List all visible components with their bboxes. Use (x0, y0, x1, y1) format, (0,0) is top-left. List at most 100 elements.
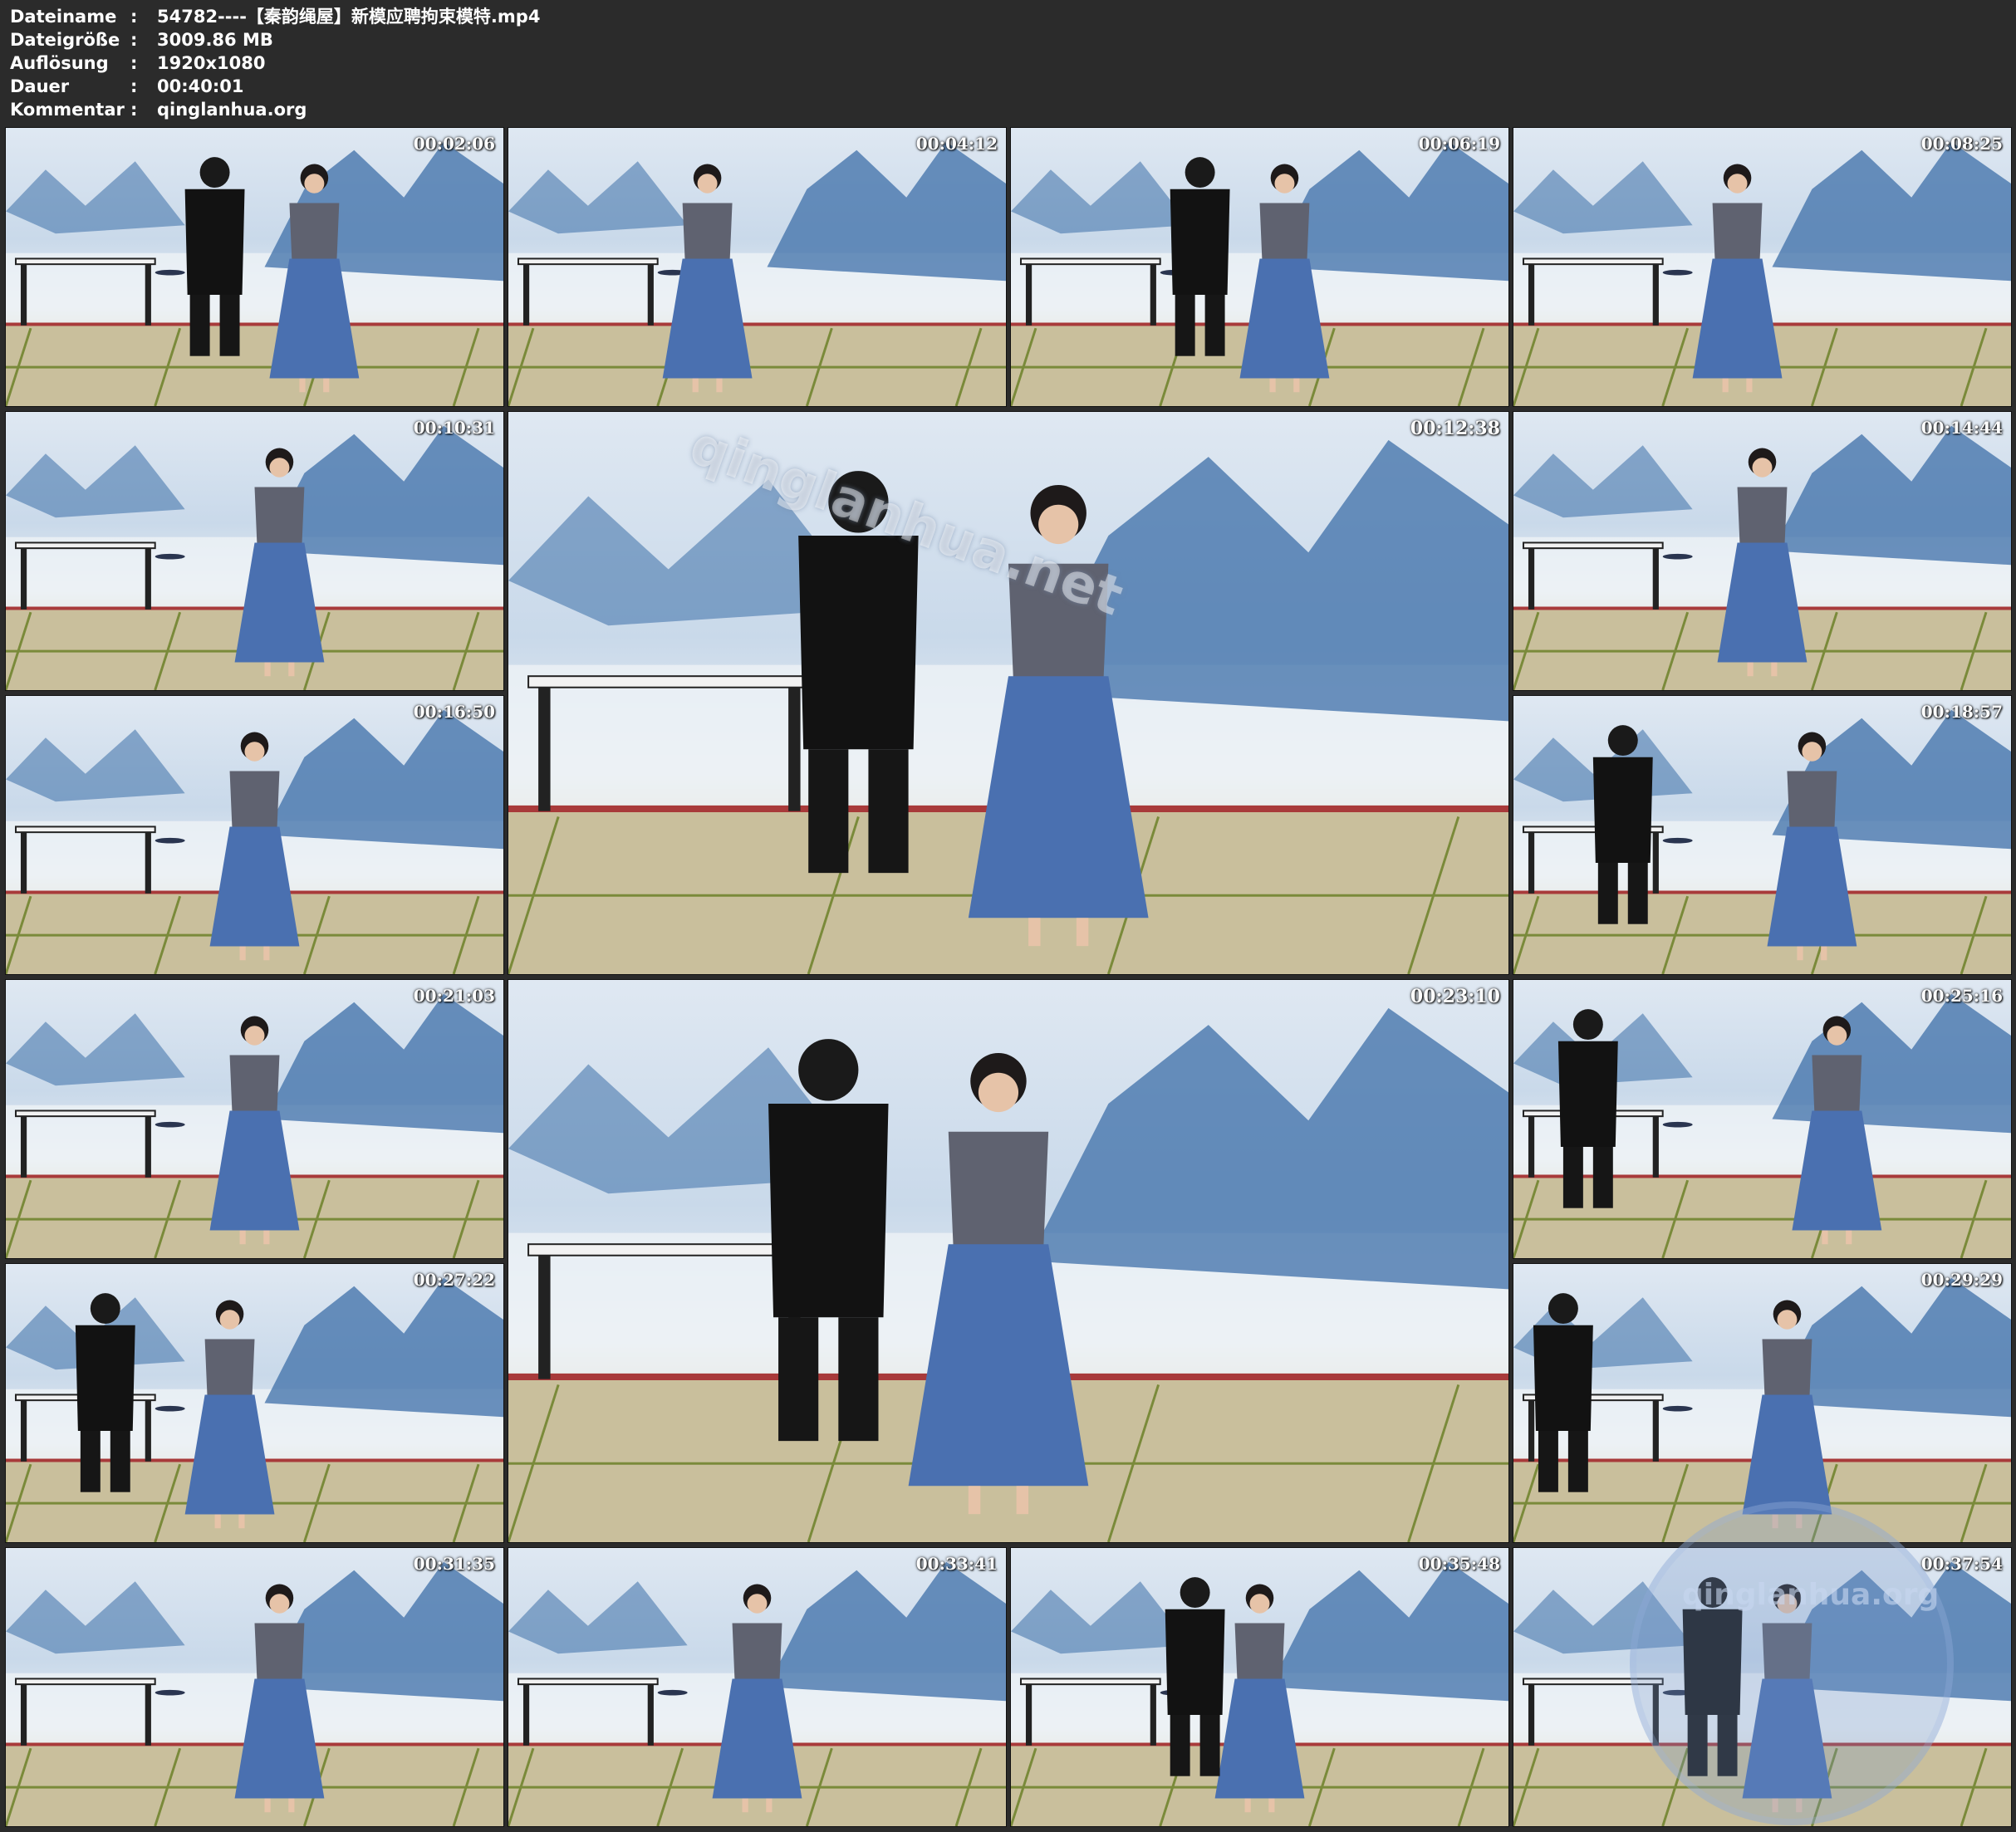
thumbnail-scene (6, 993, 503, 1258)
table-leg (1528, 1116, 1535, 1178)
mountain-right (1772, 141, 2011, 282)
boat (155, 837, 185, 844)
thumbnail-timestamp: 00:12:38 (1410, 418, 1500, 439)
watermark-seal-text: qinglanhua.org (1682, 1578, 1940, 1612)
boat (155, 1121, 185, 1128)
thumbnail-timestamp: 00:25:16 (1920, 986, 2003, 1006)
table-leg (20, 1400, 27, 1462)
thumbnail-scene (6, 425, 503, 690)
thumbnail-timestamp: 00:33:41 (915, 1554, 998, 1574)
thumbnail-frame[interactable]: 00:18:57 (1513, 695, 2012, 975)
table-leg (20, 548, 27, 610)
info-key: Auflösung (10, 53, 109, 73)
table-leg (145, 264, 151, 326)
thumbnail-timestamp: 00:02:06 (413, 134, 495, 154)
boat (155, 1405, 185, 1412)
table-leg (1652, 1400, 1659, 1462)
thumbnail-scene (6, 709, 503, 974)
thumbnail-frame[interactable]: 00:21:03 (5, 979, 504, 1259)
thumbnail-timestamp: 00:35:48 (1418, 1554, 1500, 1574)
thumbnail-timestamp: 00:14:44 (1920, 418, 2003, 438)
info-row-filename: Dateiname : 54782----【秦韵绳屋】新模应聘拘束模特.mp4 (10, 5, 540, 28)
table-leg (145, 1684, 151, 1746)
thumbnail-timestamp: 00:16:50 (413, 702, 495, 722)
thumbnail-frame[interactable]: 00:06:19 (1010, 127, 1509, 407)
boat (1662, 837, 1693, 844)
watermark-seal (1630, 1501, 1954, 1825)
thumbnail-timestamp: 00:04:12 (915, 134, 998, 154)
info-key: Dauer (10, 76, 70, 96)
table-leg (20, 1116, 27, 1178)
table (1019, 257, 1161, 266)
thumbnail-frame[interactable]: 00:12:38 qinglanhua.net (508, 411, 1509, 975)
table-leg (1025, 1684, 1033, 1746)
mountain-right (767, 141, 1006, 282)
mountain-left (508, 161, 688, 234)
table (1522, 257, 1664, 266)
thumbnail-frame[interactable]: 00:10:31 (5, 411, 504, 691)
baseboard (508, 322, 1006, 326)
info-separator: : (130, 76, 138, 96)
table (14, 1109, 156, 1118)
thumbnail-frame[interactable]: 00:08:25 (1513, 127, 2012, 407)
boat (1662, 553, 1693, 560)
mountain-left (1011, 161, 1190, 234)
baseboard (1513, 890, 2011, 894)
table (1019, 1678, 1161, 1686)
mountain-right (767, 1561, 1006, 1702)
thumbnail-timestamp: 00:18:57 (1920, 702, 2003, 722)
thumbnail-scene (1513, 425, 2011, 690)
table-leg (1528, 1400, 1535, 1462)
table-leg (1652, 264, 1659, 326)
thumbnail-scene (1513, 1277, 2011, 1542)
thumbnail-scene (508, 1007, 1508, 1542)
thumbnail-timestamp: 00:27:22 (413, 1270, 495, 1290)
info-row-comment: Kommentar : qinglanhua.org (10, 98, 540, 121)
thumbnail-scene (6, 1561, 503, 1826)
baseboard (6, 322, 503, 326)
info-key: Dateigröße (10, 30, 120, 50)
mountain-right (264, 993, 503, 1134)
thumbnail-frame[interactable]: 00:02:06 (5, 127, 504, 407)
mountain-left (6, 161, 185, 234)
thumbnail-frame[interactable]: 00:33:41 (508, 1547, 1007, 1827)
thumbnail-frame[interactable]: 00:35:48 (1010, 1547, 1509, 1827)
table-leg (647, 1684, 654, 1746)
thumbnail-timestamp: 00:23:10 (1410, 986, 1500, 1007)
table-leg (1025, 264, 1033, 326)
info-row-filesize: Dateigröße : 3009.86 MB (10, 28, 540, 51)
thumbnail-timestamp: 00:31:35 (413, 1554, 495, 1574)
thumbnail-scene (508, 1561, 1006, 1826)
thumbnail-frame[interactable]: 00:23:10 (508, 979, 1509, 1543)
thumbnail-frame[interactable]: 00:29:29 (1513, 1263, 2012, 1543)
table (14, 825, 156, 834)
mountain-right (1028, 1007, 1508, 1290)
mountain-left (1513, 161, 1693, 234)
mountain-left (508, 1581, 688, 1654)
info-value-filesize: 3009.86 MB (157, 30, 273, 50)
info-key: Kommentar (10, 100, 125, 120)
table (527, 675, 810, 688)
thumbnail-frame[interactable]: 00:27:22 (5, 1263, 504, 1543)
thumbnail-scene (6, 1277, 503, 1542)
table-leg (788, 687, 801, 811)
thumbnail-frame[interactable]: 00:31:35 (5, 1547, 504, 1827)
boat (657, 1689, 688, 1696)
info-value-comment: qinglanhua.org (157, 100, 307, 120)
thumbnail-frame[interactable]: 00:04:12 (508, 127, 1007, 407)
table-leg (1528, 832, 1535, 894)
info-separator: : (130, 53, 138, 73)
info-key: Dateiname (10, 7, 117, 27)
table-leg (1528, 548, 1535, 610)
table-leg (1652, 548, 1659, 610)
table-leg (1528, 1684, 1535, 1746)
thumbnail-frame[interactable]: 00:16:50 (5, 695, 504, 975)
thumbnail-frame[interactable]: 00:14:44 (1513, 411, 2012, 691)
thumbnail-timestamp: 00:21:03 (413, 986, 495, 1006)
table (14, 541, 156, 550)
thumbnail-frame[interactable]: 00:25:16 (1513, 979, 2012, 1259)
table-leg (1528, 264, 1535, 326)
mountain-right (1772, 425, 2011, 566)
table-leg (145, 1400, 151, 1462)
thumbnail-scene (1011, 141, 1508, 406)
